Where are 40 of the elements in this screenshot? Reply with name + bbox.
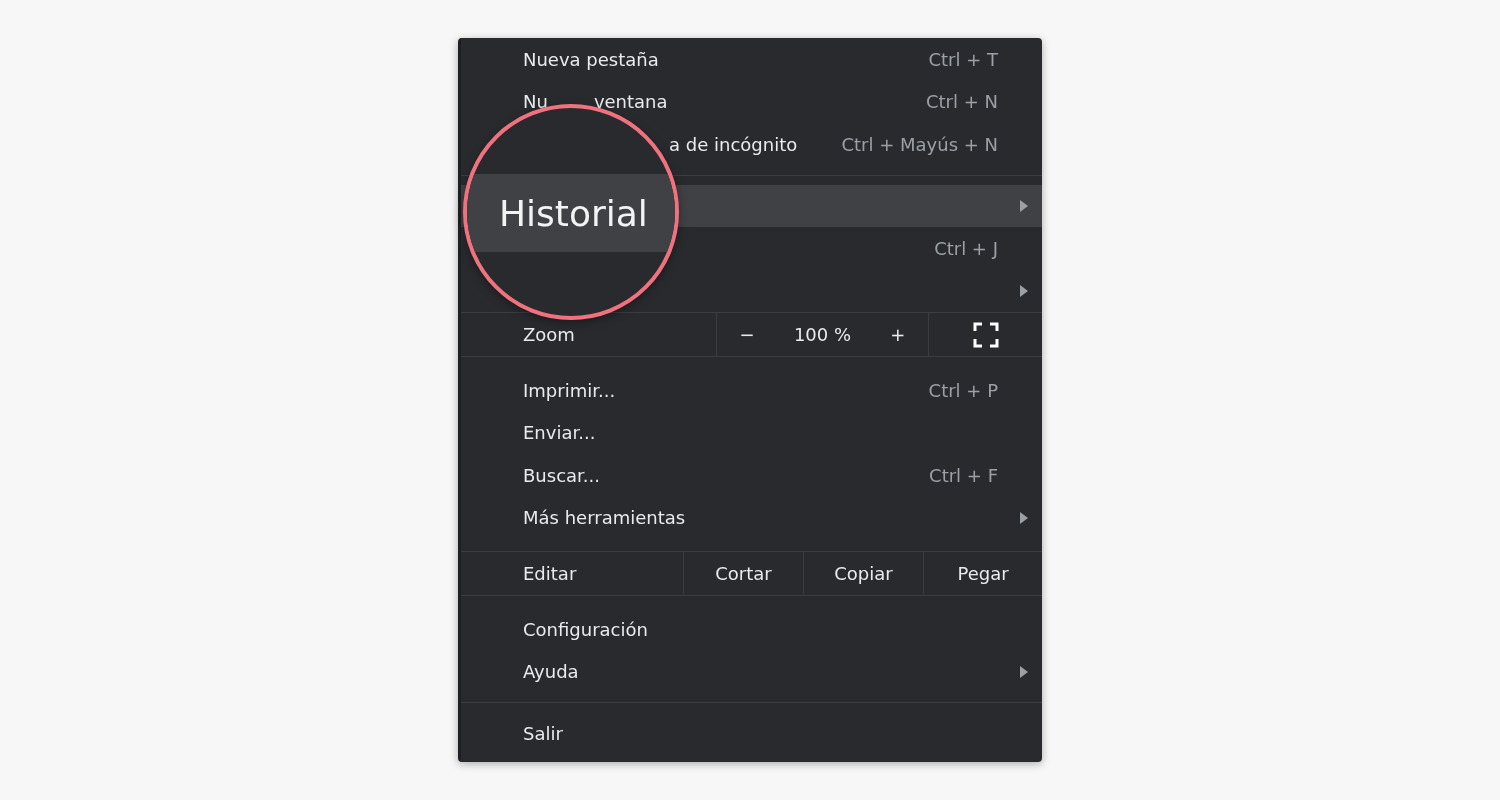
edit-action-button[interactable]: Cortar <box>683 552 803 595</box>
submenu-arrow-icon <box>1020 511 1028 524</box>
menu-item[interactable]: Enviar... <box>461 411 1042 454</box>
shortcut-text: Ctrl + N <box>925 91 998 113</box>
menu-item[interactable]: Nueva pestaña Ctrl + T <box>461 38 1042 81</box>
menu-item-label: Nu <box>523 91 548 113</box>
edit-action-button[interactable]: Copiar <box>803 552 923 595</box>
menu-item-label: Más herramientas <box>523 507 686 529</box>
edit-action-button[interactable]: Pegar <box>923 552 1042 595</box>
menu-item[interactable]: a de incógnito Ctrl + Mayús + N <box>461 123 1042 166</box>
zoom-in-button[interactable]: + <box>884 322 912 347</box>
menu-item[interactable]: Salir <box>461 712 1042 755</box>
menu-item[interactable]: Más herramientas <box>461 496 1042 539</box>
menu-item[interactable]: Configuración <box>461 608 1042 651</box>
menu-item[interactable]: Imprimir... Ctrl + P <box>461 369 1042 412</box>
shortcut-text: Ctrl + Mayús + N <box>841 133 998 155</box>
submenu-arrow-icon <box>1020 665 1028 678</box>
zoom-level-text: 100 % <box>793 324 852 345</box>
menu-item[interactable]: Ayuda <box>461 650 1042 693</box>
menu-item-label: ventana <box>593 91 668 113</box>
menu-item[interactable]: Nu ventana Ctrl + N <box>461 80 1042 123</box>
zoom-out-button[interactable]: − <box>733 322 761 347</box>
menu-item-label: Nueva pestaña <box>523 48 659 70</box>
menu-item-label: Buscar... <box>523 464 600 486</box>
menu-item-label: a de incógnito <box>669 133 798 155</box>
menu-item-label: Enviar... <box>523 422 596 444</box>
submenu-arrow-icon <box>1020 284 1028 297</box>
shortcut-text: Ctrl + P <box>928 379 998 401</box>
fullscreen-icon[interactable] <box>972 321 999 348</box>
submenu-arrow-icon <box>1020 199 1028 212</box>
menu-item-label: Salir <box>523 722 563 744</box>
shortcut-text: Ctrl + F <box>929 464 998 486</box>
shortcut-text: Ctrl + T <box>928 48 998 70</box>
edit-label: Editar <box>523 563 577 584</box>
menu-item-label: Configuración <box>523 618 648 640</box>
zoom-label: Zoom <box>523 324 575 345</box>
menu-item-label: Imprimir... <box>523 379 616 401</box>
menu-item-label: Ayuda <box>523 661 579 683</box>
menu-item[interactable]: Buscar... Ctrl + F <box>461 454 1042 497</box>
shortcut-text: Ctrl + J <box>934 237 998 259</box>
